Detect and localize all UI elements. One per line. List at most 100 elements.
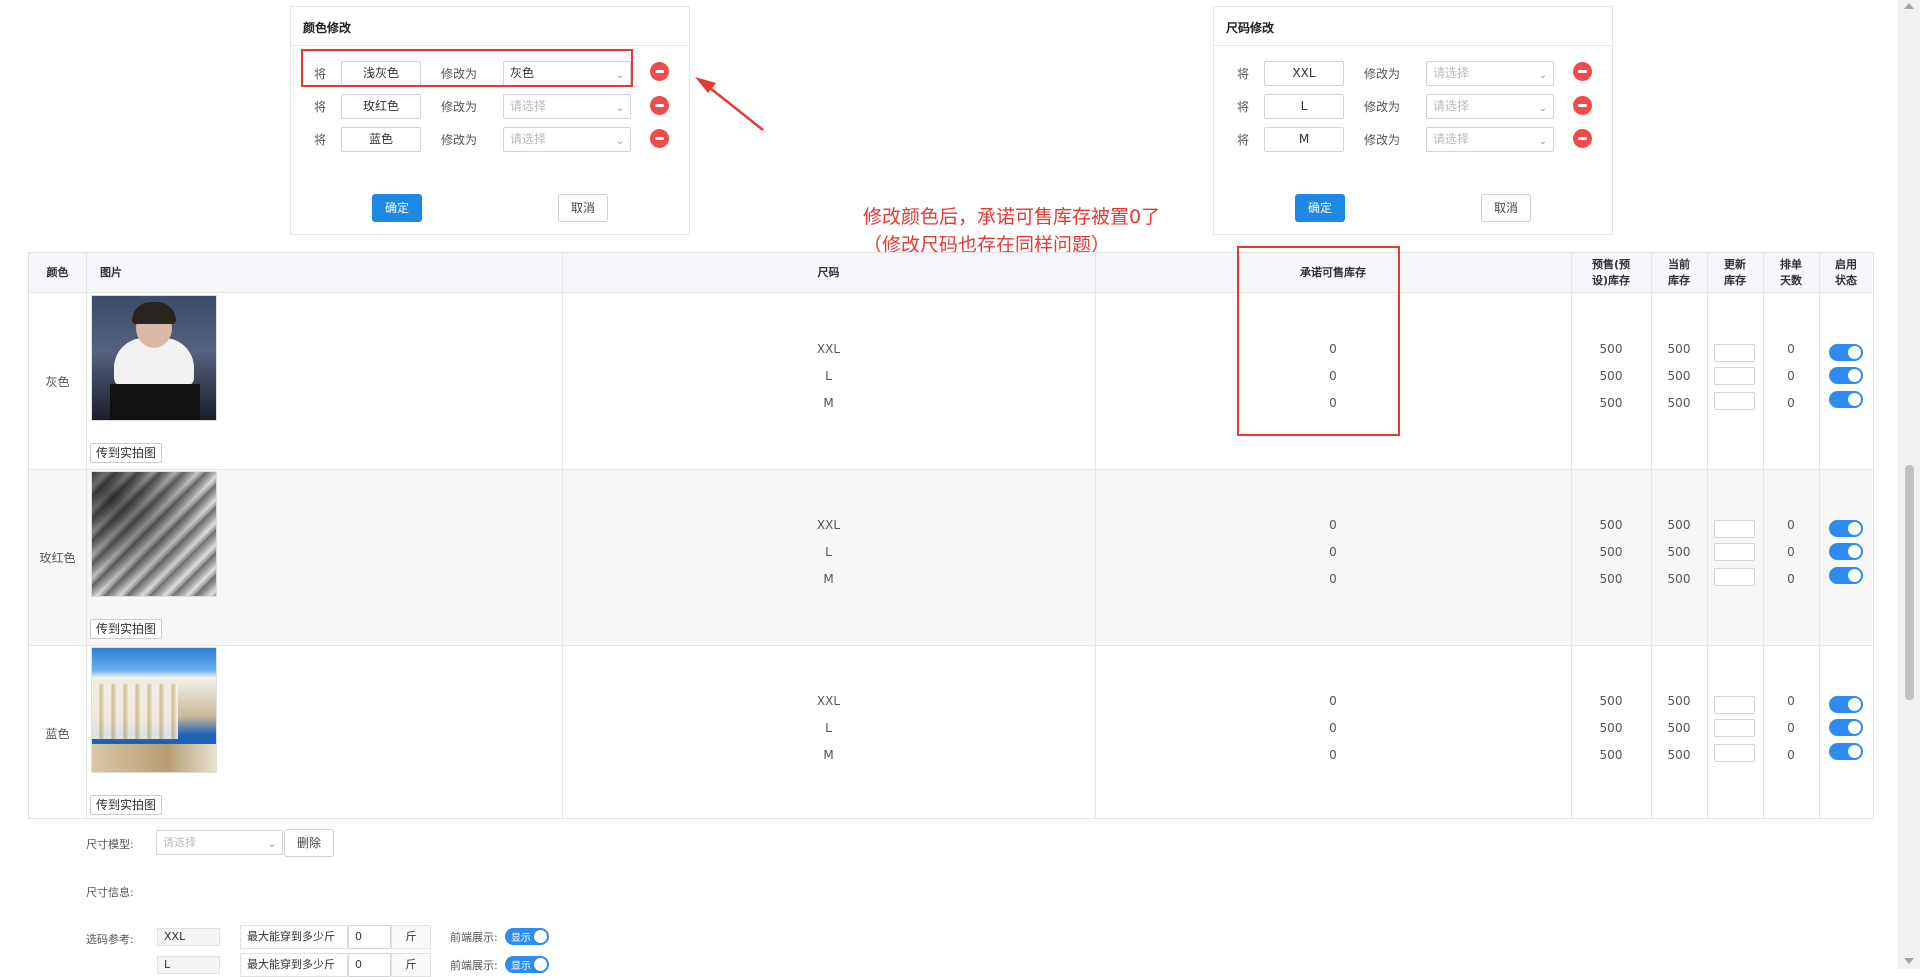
- presale-stock-cell: 500: [1599, 518, 1623, 532]
- scroll-down-icon[interactable]: [1904, 958, 1914, 964]
- update-stock-input[interactable]: [1714, 543, 1755, 561]
- queue-days-cell: 0: [1787, 396, 1795, 410]
- color-cell: 蓝色: [45, 727, 70, 741]
- annotation-text-line1: 修改颜色后，承诺可售库存被置0了: [863, 206, 1161, 228]
- photo-shade: [92, 472, 216, 596]
- remove-row-icon[interactable]: [1573, 96, 1592, 115]
- enable-toggle[interactable]: [1829, 743, 1863, 760]
- size-cell: L: [825, 369, 832, 383]
- header-current-line2: 库存: [1668, 273, 1690, 287]
- chevron-down-icon: ⌄: [615, 103, 624, 114]
- size-from-field[interactable]: M: [1264, 127, 1344, 152]
- scrollbar-thumb[interactable]: [1905, 465, 1914, 700]
- queue-days-cell: 0: [1787, 748, 1795, 762]
- row-divider: [29, 469, 1873, 470]
- update-stock-input[interactable]: [1714, 520, 1755, 538]
- update-stock-input[interactable]: [1714, 568, 1755, 586]
- presale-stock-cell: 500: [1599, 369, 1623, 383]
- enable-toggle[interactable]: [1829, 391, 1863, 408]
- max-weight-label: 最大能穿到多少斤: [240, 925, 348, 949]
- upload-photo-button[interactable]: 传到实拍图: [90, 619, 162, 639]
- current-stock-cell: 500: [1667, 694, 1691, 708]
- size-cell: M: [823, 572, 834, 586]
- current-stock-cell: 500: [1667, 572, 1691, 586]
- sku-table: 颜色 图片 尺码 承诺可售库存 预售(预 设)库存 当前 库存 更新 库存 排单…: [28, 252, 1874, 819]
- select-placeholder: 请选择: [1433, 99, 1470, 113]
- select-placeholder: 请选择: [510, 132, 547, 146]
- update-stock-input[interactable]: [1714, 392, 1755, 410]
- size-cancel-button[interactable]: 取消: [1481, 194, 1531, 222]
- update-stock-input[interactable]: [1714, 344, 1755, 362]
- size-cell: XXL: [816, 694, 841, 708]
- select-placeholder: 请选择: [510, 99, 547, 113]
- enable-toggle[interactable]: [1829, 719, 1863, 736]
- remove-row-icon[interactable]: [1573, 62, 1592, 81]
- size-to-select[interactable]: 请选择 ⌄: [1426, 61, 1554, 86]
- queue-days-cell: 0: [1787, 369, 1795, 383]
- col-divider: [86, 253, 87, 818]
- delete-button[interactable]: 删除: [284, 829, 334, 857]
- enable-toggle[interactable]: [1829, 543, 1863, 560]
- header-presale-stock: 预售(预 设)库存: [1571, 253, 1651, 293]
- color-cancel-button[interactable]: 取消: [558, 194, 608, 222]
- color-confirm-button[interactable]: 确定: [372, 194, 422, 222]
- front-display-toggle[interactable]: 显示: [505, 928, 549, 945]
- unit-label: 斤: [391, 925, 431, 949]
- col-divider: [1819, 253, 1820, 818]
- size-from-field[interactable]: XXL: [1264, 61, 1344, 86]
- color-to-select[interactable]: 请选择 ⌄: [503, 127, 631, 152]
- enable-toggle[interactable]: [1829, 344, 1863, 361]
- max-weight-input[interactable]: 0: [348, 925, 391, 949]
- remove-row-icon[interactable]: [650, 62, 669, 81]
- highlight-box-promise-stock: [1237, 246, 1400, 436]
- header-presale-line2: 设)库存: [1591, 273, 1631, 287]
- remove-row-icon[interactable]: [1573, 129, 1592, 148]
- size-to-select[interactable]: 请选择 ⌄: [1426, 127, 1554, 152]
- upload-photo-button[interactable]: 传到实拍图: [90, 795, 162, 815]
- toggle-label: 显示: [511, 933, 531, 944]
- remove-row-icon[interactable]: [650, 129, 669, 148]
- enable-toggle[interactable]: [1829, 367, 1863, 384]
- update-stock-input[interactable]: [1714, 367, 1755, 385]
- queue-days-cell: 0: [1787, 721, 1795, 735]
- front-display-label: 前端展示:: [450, 931, 498, 944]
- color-from-field[interactable]: 玫红色: [341, 94, 421, 119]
- size-ref-label: 选码参考:: [86, 933, 134, 946]
- update-stock-input[interactable]: [1714, 719, 1755, 737]
- max-weight-input[interactable]: 0: [348, 953, 391, 977]
- enable-toggle[interactable]: [1829, 567, 1863, 584]
- size-cell: XXL: [816, 342, 841, 356]
- color-from-field[interactable]: 蓝色: [341, 127, 421, 152]
- color-to-select[interactable]: 请选择 ⌄: [503, 94, 631, 119]
- remove-row-icon[interactable]: [650, 96, 669, 115]
- size-from-field[interactable]: L: [1264, 94, 1344, 119]
- max-weight-label: 最大能穿到多少斤: [240, 953, 348, 977]
- front-display-toggle[interactable]: 显示: [505, 956, 549, 973]
- row-prefix: 将: [314, 100, 327, 114]
- presale-stock-cell: 500: [1599, 342, 1623, 356]
- presale-stock-cell: 500: [1599, 721, 1623, 735]
- enable-toggle[interactable]: [1829, 520, 1863, 537]
- chevron-down-icon: ⌄: [615, 136, 624, 147]
- size-to-select[interactable]: 请选择 ⌄: [1426, 94, 1554, 119]
- header-enable-line2: 状态: [1835, 273, 1857, 287]
- header-current-stock: 当前 库存: [1651, 253, 1707, 293]
- photo-foreground: [92, 744, 216, 772]
- queue-days-cell: 0: [1787, 342, 1795, 356]
- select-placeholder: 请选择: [1433, 66, 1470, 80]
- size-model-select[interactable]: 请选择 ⌄: [156, 830, 283, 855]
- update-stock-input[interactable]: [1714, 744, 1755, 762]
- enable-toggle[interactable]: [1829, 696, 1863, 713]
- scroll-up-icon[interactable]: [1904, 3, 1914, 9]
- queue-days-cell: 0: [1787, 518, 1795, 532]
- modify-to-label: 修改为: [1364, 133, 1401, 147]
- update-stock-input[interactable]: [1714, 696, 1755, 714]
- promise-stock-cell: 0: [1329, 545, 1337, 559]
- size-confirm-button[interactable]: 确定: [1295, 194, 1345, 222]
- row-prefix: 将: [1237, 100, 1250, 114]
- header-enable-status: 启用 状态: [1819, 253, 1873, 293]
- upload-photo-button[interactable]: 传到实拍图: [90, 443, 162, 463]
- size-panel-title: 尺码修改: [1226, 21, 1275, 35]
- promise-stock-cell: 0: [1329, 572, 1337, 586]
- chevron-down-icon: ⌄: [1538, 70, 1547, 81]
